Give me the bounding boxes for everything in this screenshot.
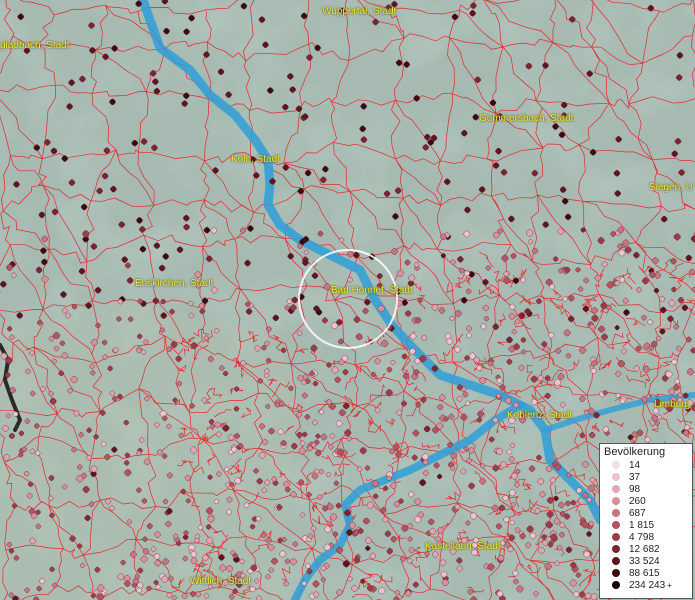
legend-title: Bevölkerung bbox=[604, 446, 666, 458]
legend-swatch bbox=[612, 545, 620, 553]
legend-row: 1 815 bbox=[600, 519, 692, 531]
legend-label: 98 bbox=[629, 483, 641, 495]
legend-swatch bbox=[612, 569, 620, 577]
legend-row: 12 682 bbox=[600, 543, 692, 555]
legend-swatch bbox=[612, 533, 620, 541]
city-label-wittlich: Wittlich, Stadt bbox=[190, 576, 252, 587]
legend-row: 98 bbox=[600, 483, 692, 495]
legend-swatch bbox=[612, 557, 620, 565]
legend-swatch bbox=[612, 497, 620, 505]
legend-label: 88 615 bbox=[629, 567, 660, 579]
legend-plus-marker: + bbox=[667, 580, 672, 590]
legend-label: 687 bbox=[629, 507, 646, 519]
legend-label: 234 243 bbox=[629, 579, 666, 591]
legend-swatch bbox=[612, 509, 620, 517]
legend-label: 1 815 bbox=[629, 519, 655, 531]
legend-row: 260 bbox=[600, 495, 692, 507]
legend-label: 260 bbox=[629, 495, 646, 507]
legend-label: 37 bbox=[629, 471, 641, 483]
legend-swatch bbox=[612, 521, 620, 529]
city-label-wuppertal: Wuppertal, Stadt bbox=[322, 6, 397, 17]
city-label-siegen: Siegen, U bbox=[649, 182, 693, 193]
city-label-bad-honnef: Bad Honnef, Stadt bbox=[331, 285, 413, 296]
legend-row: 687 bbox=[600, 507, 692, 519]
legend-swatch bbox=[612, 485, 620, 493]
legend-row: 4 798 bbox=[600, 531, 692, 543]
legend-row: 14 bbox=[600, 459, 692, 471]
population-legend: Bevölkerung 14 37 98 260 687 1 815 4 798… bbox=[599, 443, 693, 599]
legend-swatch bbox=[612, 473, 620, 481]
city-label-kastellaun: Kastellaun, Stadt bbox=[425, 541, 501, 552]
legend-row: 88 615 bbox=[600, 567, 692, 579]
city-label-limburg: Limburg bbox=[654, 399, 691, 410]
legend-swatch bbox=[612, 461, 620, 469]
city-label-koblenz: Koblenz, Stadt bbox=[507, 410, 573, 421]
legend-row: 37 bbox=[600, 471, 692, 483]
legend-label: 33 524 bbox=[629, 555, 660, 567]
map-canvas[interactable] bbox=[0, 0, 695, 600]
city-label-gladbach: gladbach, Stadt bbox=[0, 40, 70, 51]
legend-label: 14 bbox=[629, 459, 641, 471]
legend-label: 4 798 bbox=[629, 531, 655, 543]
legend-row: 234 243 + bbox=[600, 579, 692, 591]
city-label-koeln: Köln, Stadt bbox=[231, 154, 280, 165]
legend-label: 12 682 bbox=[629, 543, 660, 555]
city-label-euskirchen: Euskirchen, Stadt bbox=[135, 278, 214, 289]
city-label-gummersbach: Gummersbach, Stadt bbox=[479, 113, 574, 124]
legend-swatch bbox=[612, 581, 620, 589]
legend-row: 33 524 bbox=[600, 555, 692, 567]
terrain-lowland-shading bbox=[0, 300, 300, 600]
